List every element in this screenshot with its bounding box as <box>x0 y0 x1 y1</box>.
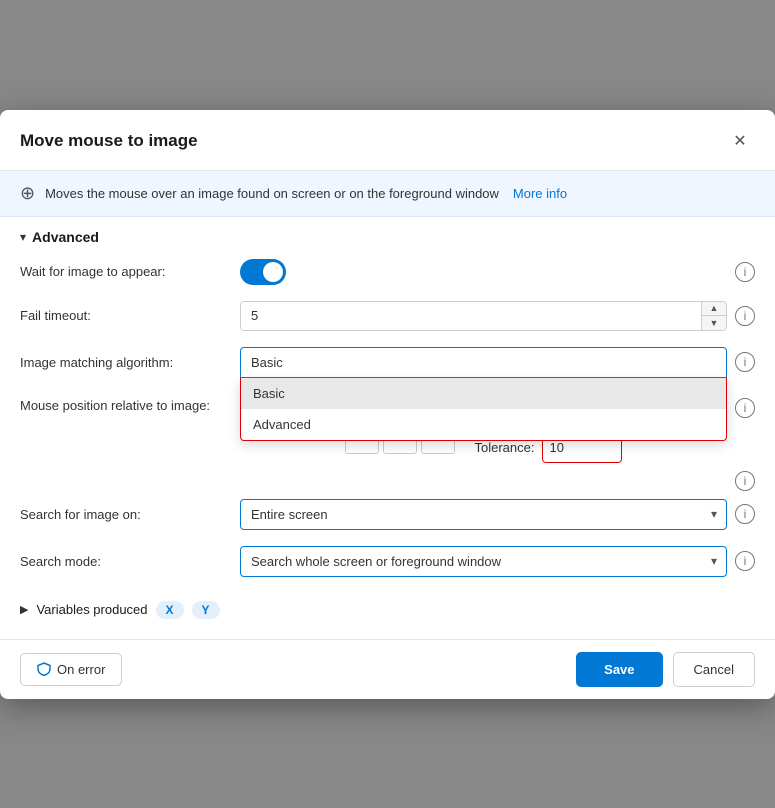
wait-toggle[interactable] <box>240 259 286 285</box>
more-info-link[interactable]: More info <box>513 186 567 201</box>
cancel-button[interactable]: Cancel <box>673 652 755 687</box>
search-on-label: Search for image on: <box>20 507 240 522</box>
algorithm-control: Basic ▾ Basic Advanced <box>240 347 727 378</box>
advanced-section-title: Advanced <box>32 229 99 245</box>
algorithm-dropdown-list: Basic Advanced <box>240 378 727 441</box>
dialog-footer: On error Save Cancel <box>0 639 775 699</box>
fail-timeout-row: Fail timeout: ▲ ▼ i <box>20 301 755 331</box>
fail-timeout-spinner: ▲ ▼ <box>240 301 727 331</box>
mouse-position-info-icon[interactable]: i <box>735 398 755 418</box>
advanced-section-header[interactable]: ▾ Advanced <box>20 229 755 245</box>
algorithm-select-wrap: Basic ▾ Basic Advanced <box>240 347 727 378</box>
info-banner-text: Moves the mouse over an image found on s… <box>45 186 499 201</box>
close-button[interactable]: ✕ <box>725 126 755 156</box>
search-mode-row: Search mode: Search whole screen or fore… <box>20 546 755 577</box>
algorithm-option-basic[interactable]: Basic <box>241 378 726 409</box>
search-mode-label: Search mode: <box>20 554 240 569</box>
variables-chevron-icon: ▶ <box>20 603 28 616</box>
wait-toggle-thumb <box>263 262 283 282</box>
on-error-button[interactable]: On error <box>20 653 122 686</box>
tolerance-label: Tolerance: <box>475 440 535 455</box>
dialog-body: ▾ Advanced Wait for image to appear: i F… <box>0 217 775 639</box>
fail-timeout-label: Fail timeout: <box>20 308 240 323</box>
search-mode-select-wrap: Search whole screen or foreground window… <box>240 546 727 577</box>
footer-right: Save Cancel <box>576 652 755 687</box>
fail-timeout-input[interactable] <box>241 302 701 330</box>
fail-timeout-info-icon[interactable]: i <box>735 306 755 326</box>
titlebar: Move mouse to image ✕ <box>0 110 775 171</box>
search-mode-info-icon[interactable]: i <box>735 551 755 571</box>
algorithm-row: Image matching algorithm: Basic ▾ Basic … <box>20 347 755 378</box>
algorithm-option-advanced[interactable]: Advanced <box>241 409 726 440</box>
shield-icon <box>37 662 51 676</box>
dialog-title: Move mouse to image <box>20 131 198 151</box>
mouse-position-label: Mouse position relative to image: <box>20 394 240 413</box>
dialog: Move mouse to image ✕ ⊕ Moves the mouse … <box>0 110 775 699</box>
save-button[interactable]: Save <box>576 652 662 687</box>
search-on-select-wrap: Entire screen ▾ <box>240 499 727 530</box>
algorithm-dropdown-box[interactable]: Basic <box>240 347 727 378</box>
search-mode-control: Search whole screen or foreground window… <box>240 546 727 577</box>
variable-x-badge[interactable]: X <box>156 601 184 619</box>
tolerance-info-icon[interactable]: i <box>735 471 755 491</box>
algorithm-label: Image matching algorithm: <box>20 355 240 370</box>
search-on-info-icon[interactable]: i <box>735 504 755 524</box>
fail-timeout-spinner-buttons: ▲ ▼ <box>701 302 726 330</box>
variable-y-badge[interactable]: Y <box>192 601 220 619</box>
search-on-control: Entire screen ▾ <box>240 499 727 530</box>
search-on-select[interactable]: Entire screen <box>240 499 727 530</box>
variables-row: ▶ Variables produced X Y <box>20 593 755 623</box>
on-error-label: On error <box>57 662 105 677</box>
info-banner-icon: ⊕ <box>20 183 35 204</box>
search-mode-select[interactable]: Search whole screen or foreground window <box>240 546 727 577</box>
advanced-chevron-icon: ▾ <box>20 230 26 244</box>
info-banner: ⊕ Moves the mouse over an image found on… <box>0 171 775 217</box>
algorithm-info-icon[interactable]: i <box>735 352 755 372</box>
wait-control-wrap <box>240 259 727 285</box>
search-on-row: Search for image on: Entire screen ▾ i <box>20 499 755 530</box>
wait-row: Wait for image to appear: i <box>20 259 755 285</box>
wait-label: Wait for image to appear: <box>20 264 240 279</box>
fail-timeout-control: ▲ ▼ <box>240 301 727 331</box>
fail-timeout-down-button[interactable]: ▼ <box>702 316 726 330</box>
wait-info-icon[interactable]: i <box>735 262 755 282</box>
fail-timeout-up-button[interactable]: ▲ <box>702 302 726 316</box>
variables-label: Variables produced <box>36 602 147 617</box>
